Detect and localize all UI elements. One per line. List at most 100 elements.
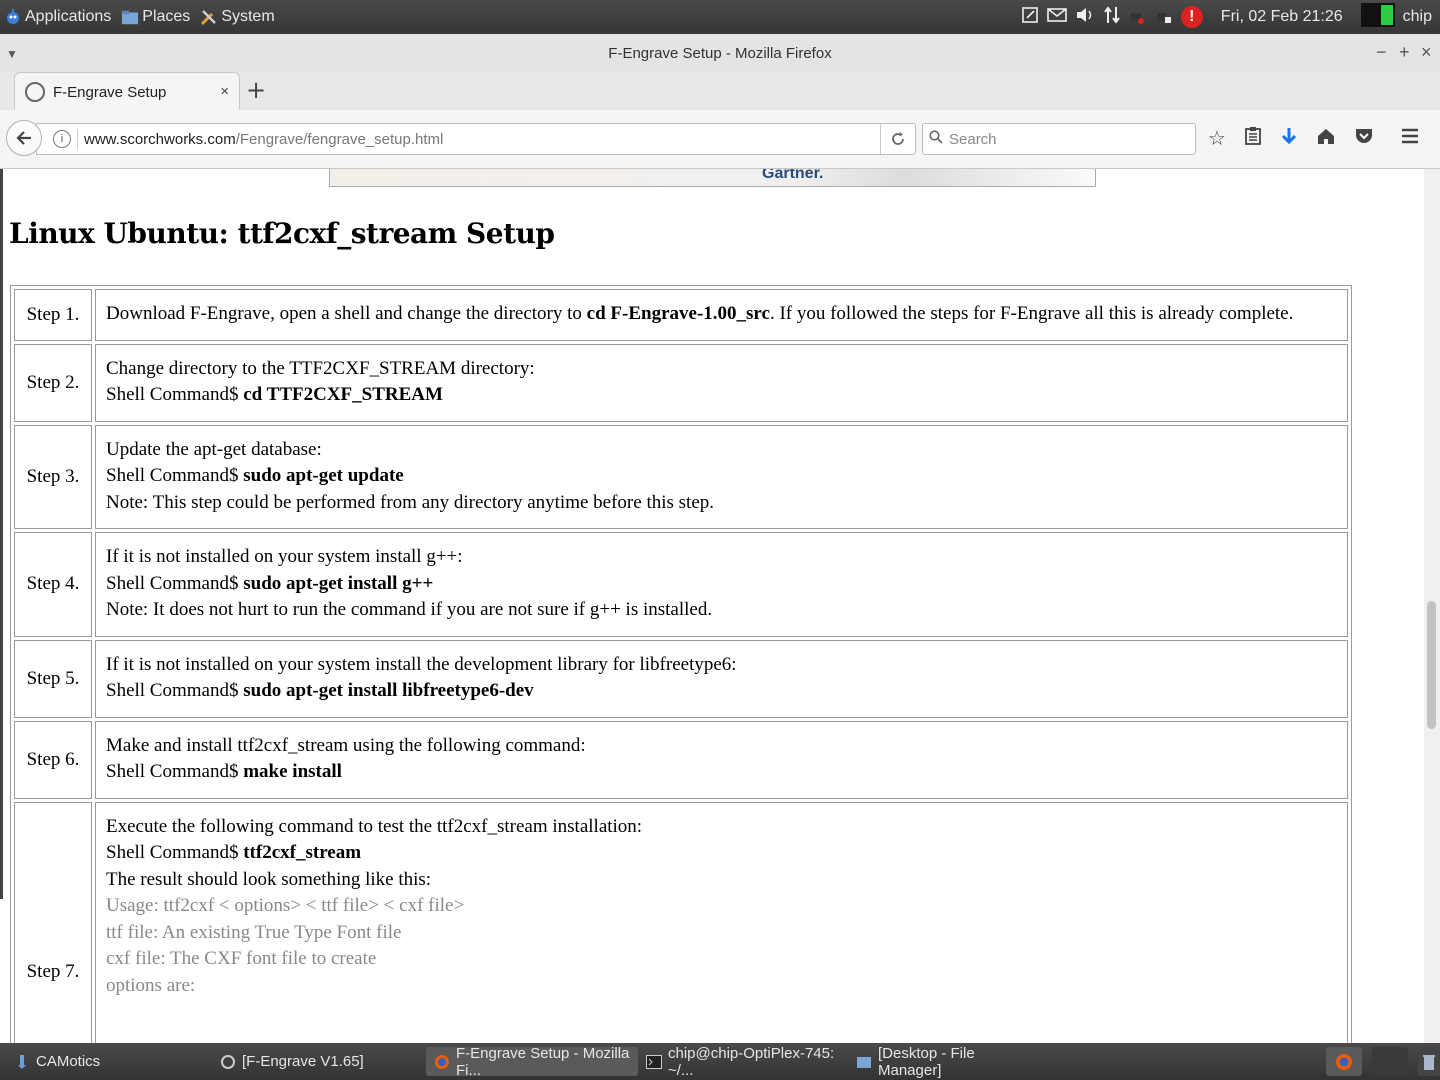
fengrave-icon bbox=[220, 1054, 236, 1070]
step-body: If it is not installed on your system in… bbox=[95, 532, 1348, 637]
places-label: Places bbox=[142, 8, 191, 25]
firefox-launcher-icon[interactable] bbox=[1326, 1047, 1362, 1076]
shell-command: make install bbox=[243, 761, 342, 782]
tab-close-button[interactable]: × bbox=[220, 83, 229, 100]
step-label: Step 1. bbox=[14, 289, 92, 341]
workspace-switcher[interactable] bbox=[1372, 1047, 1408, 1076]
top-panel: Applications Places System ! Fri, 02 Feb… bbox=[0, 0, 1440, 34]
taskbar-item-file-manager[interactable]: [Desktop - File Manager] bbox=[848, 1045, 1048, 1079]
navigation-toolbar: i www.scorchworks.com /Fengrave/fengrave… bbox=[0, 110, 1440, 169]
hamburger-menu-icon[interactable] bbox=[1400, 126, 1420, 151]
step-text: . If you followed the steps for F-Engrav… bbox=[769, 303, 1294, 324]
window-titlebar: ▼ F-Engrave Setup - Mozilla Firefox − + … bbox=[0, 34, 1440, 73]
taskbar-item-fengrave[interactable]: [F-Engrave V1.65] bbox=[212, 1047, 424, 1076]
output-line: options are: bbox=[106, 974, 196, 996]
shell-command: cd TTF2CXF_STREAM bbox=[243, 384, 443, 405]
bookmark-star-icon[interactable]: ☆ bbox=[1208, 126, 1226, 151]
taskbar-item-terminal[interactable]: chip@chip-OptiPlex-745: ~/... bbox=[638, 1044, 848, 1079]
window-title: F-Engrave Setup - Mozilla Firefox bbox=[608, 45, 832, 62]
taskbar-label: [F-Engrave V1.65] bbox=[242, 1053, 364, 1070]
bottom-taskbar: CAMotics [F-Engrave V1.65] F-Engrave Set… bbox=[0, 1043, 1440, 1080]
advertisement-banner[interactable]: Gartner. bbox=[329, 169, 1096, 187]
close-window-button[interactable]: × bbox=[1421, 42, 1432, 63]
table-row: Step 3. Update the apt-get database: Shel… bbox=[14, 424, 1348, 529]
system-tray: ! Fri, 02 Feb 21:26 chip bbox=[1021, 0, 1432, 34]
content-left-edge bbox=[0, 169, 3, 899]
search-icon bbox=[929, 130, 943, 148]
step-text: If it is not installed on your system in… bbox=[106, 546, 463, 567]
update-alert-icon[interactable]: ! bbox=[1180, 6, 1203, 28]
steps-table: Step 1. Download F-Engrave, open a shell… bbox=[10, 285, 1352, 1043]
taskbar-item-firefox[interactable]: F-Engrave Setup - Mozilla Fi... bbox=[426, 1044, 638, 1079]
tab-favicon-icon bbox=[25, 82, 45, 102]
panel-menu: Applications Places System bbox=[0, 8, 281, 26]
search-placeholder: Search bbox=[949, 130, 997, 148]
taskbar-item-camotics[interactable]: CAMotics bbox=[6, 1047, 206, 1076]
shell-command: sudo apt-get install libfreetype6-dev bbox=[243, 680, 534, 701]
step-note: Note: This step could be performed from … bbox=[106, 491, 714, 513]
shell-prefix: Shell Command$ bbox=[106, 465, 244, 486]
pocket-icon[interactable] bbox=[1354, 126, 1374, 151]
url-path: /Fengrave/fengrave_setup.html bbox=[235, 130, 444, 148]
reload-icon[interactable] bbox=[880, 124, 915, 154]
page-content: Gartner. Linux Ubuntu: ttf2cxf_stream Se… bbox=[0, 169, 1424, 1043]
step-body: Execute the following command to test th… bbox=[95, 801, 1348, 1043]
scrollbar-thumb[interactable] bbox=[1427, 601, 1436, 729]
output-line: Usage: ttf2cxf < options> < ttf file> < … bbox=[106, 895, 465, 916]
shell-command: sudo apt-get install g++ bbox=[243, 572, 434, 594]
step-text: Download F-Engrave, open a shell and cha… bbox=[106, 303, 587, 324]
step-text: Change directory to the TTF2CXF_STREAM d… bbox=[106, 357, 535, 379]
new-tab-button[interactable]: + bbox=[246, 76, 266, 104]
back-arrow-icon bbox=[16, 131, 31, 145]
reading-list-icon[interactable] bbox=[1244, 126, 1262, 151]
shell-prefix: Shell Command$ bbox=[106, 761, 244, 782]
camotics-icon bbox=[14, 1054, 30, 1070]
page-scrollbar[interactable] bbox=[1424, 169, 1440, 1043]
url-bar[interactable]: i www.scorchworks.com /Fengrave/fengrave… bbox=[36, 123, 916, 155]
network-icon[interactable] bbox=[1103, 5, 1121, 30]
user-name[interactable]: chip bbox=[1403, 8, 1432, 26]
volume-icon[interactable] bbox=[1075, 6, 1095, 29]
shell-command: sudo apt-get update bbox=[243, 465, 404, 486]
minimize-button[interactable]: − bbox=[1376, 42, 1387, 63]
tab-fengrave-setup[interactable]: F-Engrave Setup × bbox=[14, 72, 240, 111]
system-menu[interactable]: System bbox=[200, 8, 275, 26]
notes-icon[interactable] bbox=[1021, 6, 1039, 29]
cpu-monitor-icon bbox=[1360, 2, 1395, 32]
step-label: Step 3. bbox=[14, 424, 92, 529]
trash-icon[interactable] bbox=[1418, 1047, 1440, 1076]
search-bar[interactable]: Search bbox=[922, 123, 1196, 155]
table-row: Step 6. Make and install ttf2cxf_stream … bbox=[14, 720, 1348, 799]
output-line: cxf file: The CXF font file to create bbox=[106, 948, 377, 969]
home-icon[interactable] bbox=[1316, 126, 1336, 151]
maximize-button[interactable]: + bbox=[1399, 42, 1410, 63]
table-row: Step 4. If it is not installed on your s… bbox=[14, 532, 1348, 637]
output-line: ttf file: An existing True Type Font fil… bbox=[106, 921, 402, 943]
monitor-indicator-icon bbox=[1155, 5, 1173, 30]
tools-icon bbox=[200, 8, 218, 26]
step-label: Step 7. bbox=[14, 801, 92, 1043]
taskbar-label: CAMotics bbox=[36, 1053, 101, 1070]
shell-command: ttf2cxf_stream bbox=[243, 842, 362, 863]
step-text: Execute the following command to test th… bbox=[106, 815, 643, 837]
panel-clock[interactable]: Fri, 02 Feb 21:26 bbox=[1221, 8, 1343, 26]
step-label: Step 5. bbox=[14, 639, 92, 718]
back-button[interactable] bbox=[6, 120, 42, 156]
taskbar-label: F-Engrave Setup - Mozilla Fi... bbox=[456, 1044, 630, 1079]
tab-strip: F-Engrave Setup × + bbox=[0, 72, 1440, 111]
mail-icon[interactable] bbox=[1046, 7, 1067, 28]
step-text: Make and install ttf2cxf_stream using th… bbox=[106, 734, 586, 756]
applications-label: Applications bbox=[25, 8, 112, 25]
places-menu[interactable]: Places bbox=[121, 8, 190, 26]
url-separator bbox=[77, 129, 78, 149]
applications-menu[interactable]: Applications bbox=[4, 8, 111, 26]
shell-prefix: Shell Command$ bbox=[106, 384, 244, 405]
step-text: If it is not installed on your system in… bbox=[106, 653, 737, 675]
taskbar-label: chip@chip-OptiPlex-745: ~/... bbox=[668, 1044, 835, 1079]
shell-prefix: Shell Command$ bbox=[106, 680, 244, 701]
terminal-icon bbox=[646, 1054, 662, 1070]
site-info-icon[interactable]: i bbox=[53, 130, 71, 148]
shell-prefix: Shell Command$ bbox=[106, 842, 244, 863]
ad-brand: Gartner. bbox=[762, 169, 824, 182]
download-icon[interactable] bbox=[1280, 126, 1298, 151]
